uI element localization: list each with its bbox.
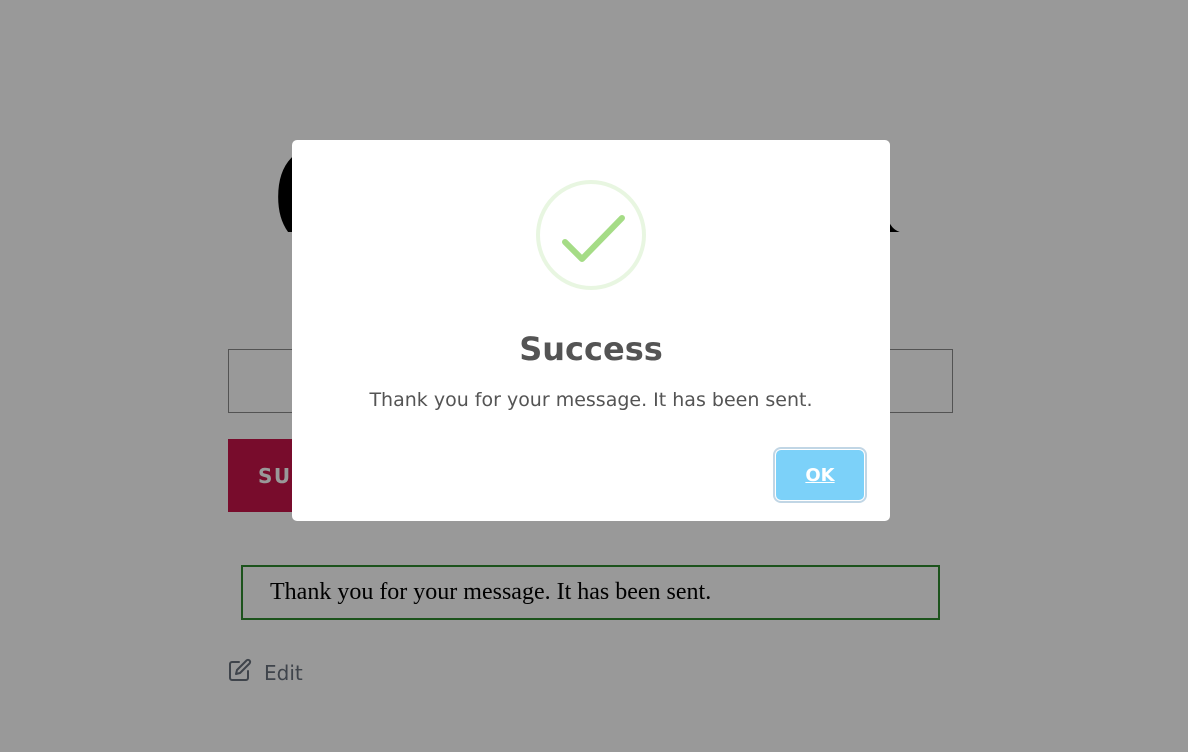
dialog-title: Success bbox=[519, 330, 663, 368]
success-check-icon bbox=[536, 180, 646, 290]
dialog-message: Thank you for your message. It has been … bbox=[369, 389, 813, 411]
success-dialog: Success Thank you for your message. It h… bbox=[292, 140, 890, 521]
page: Contact Us SUBMIT Thank you for your mes… bbox=[0, 0, 1188, 752]
ok-button[interactable]: OK bbox=[776, 450, 864, 500]
